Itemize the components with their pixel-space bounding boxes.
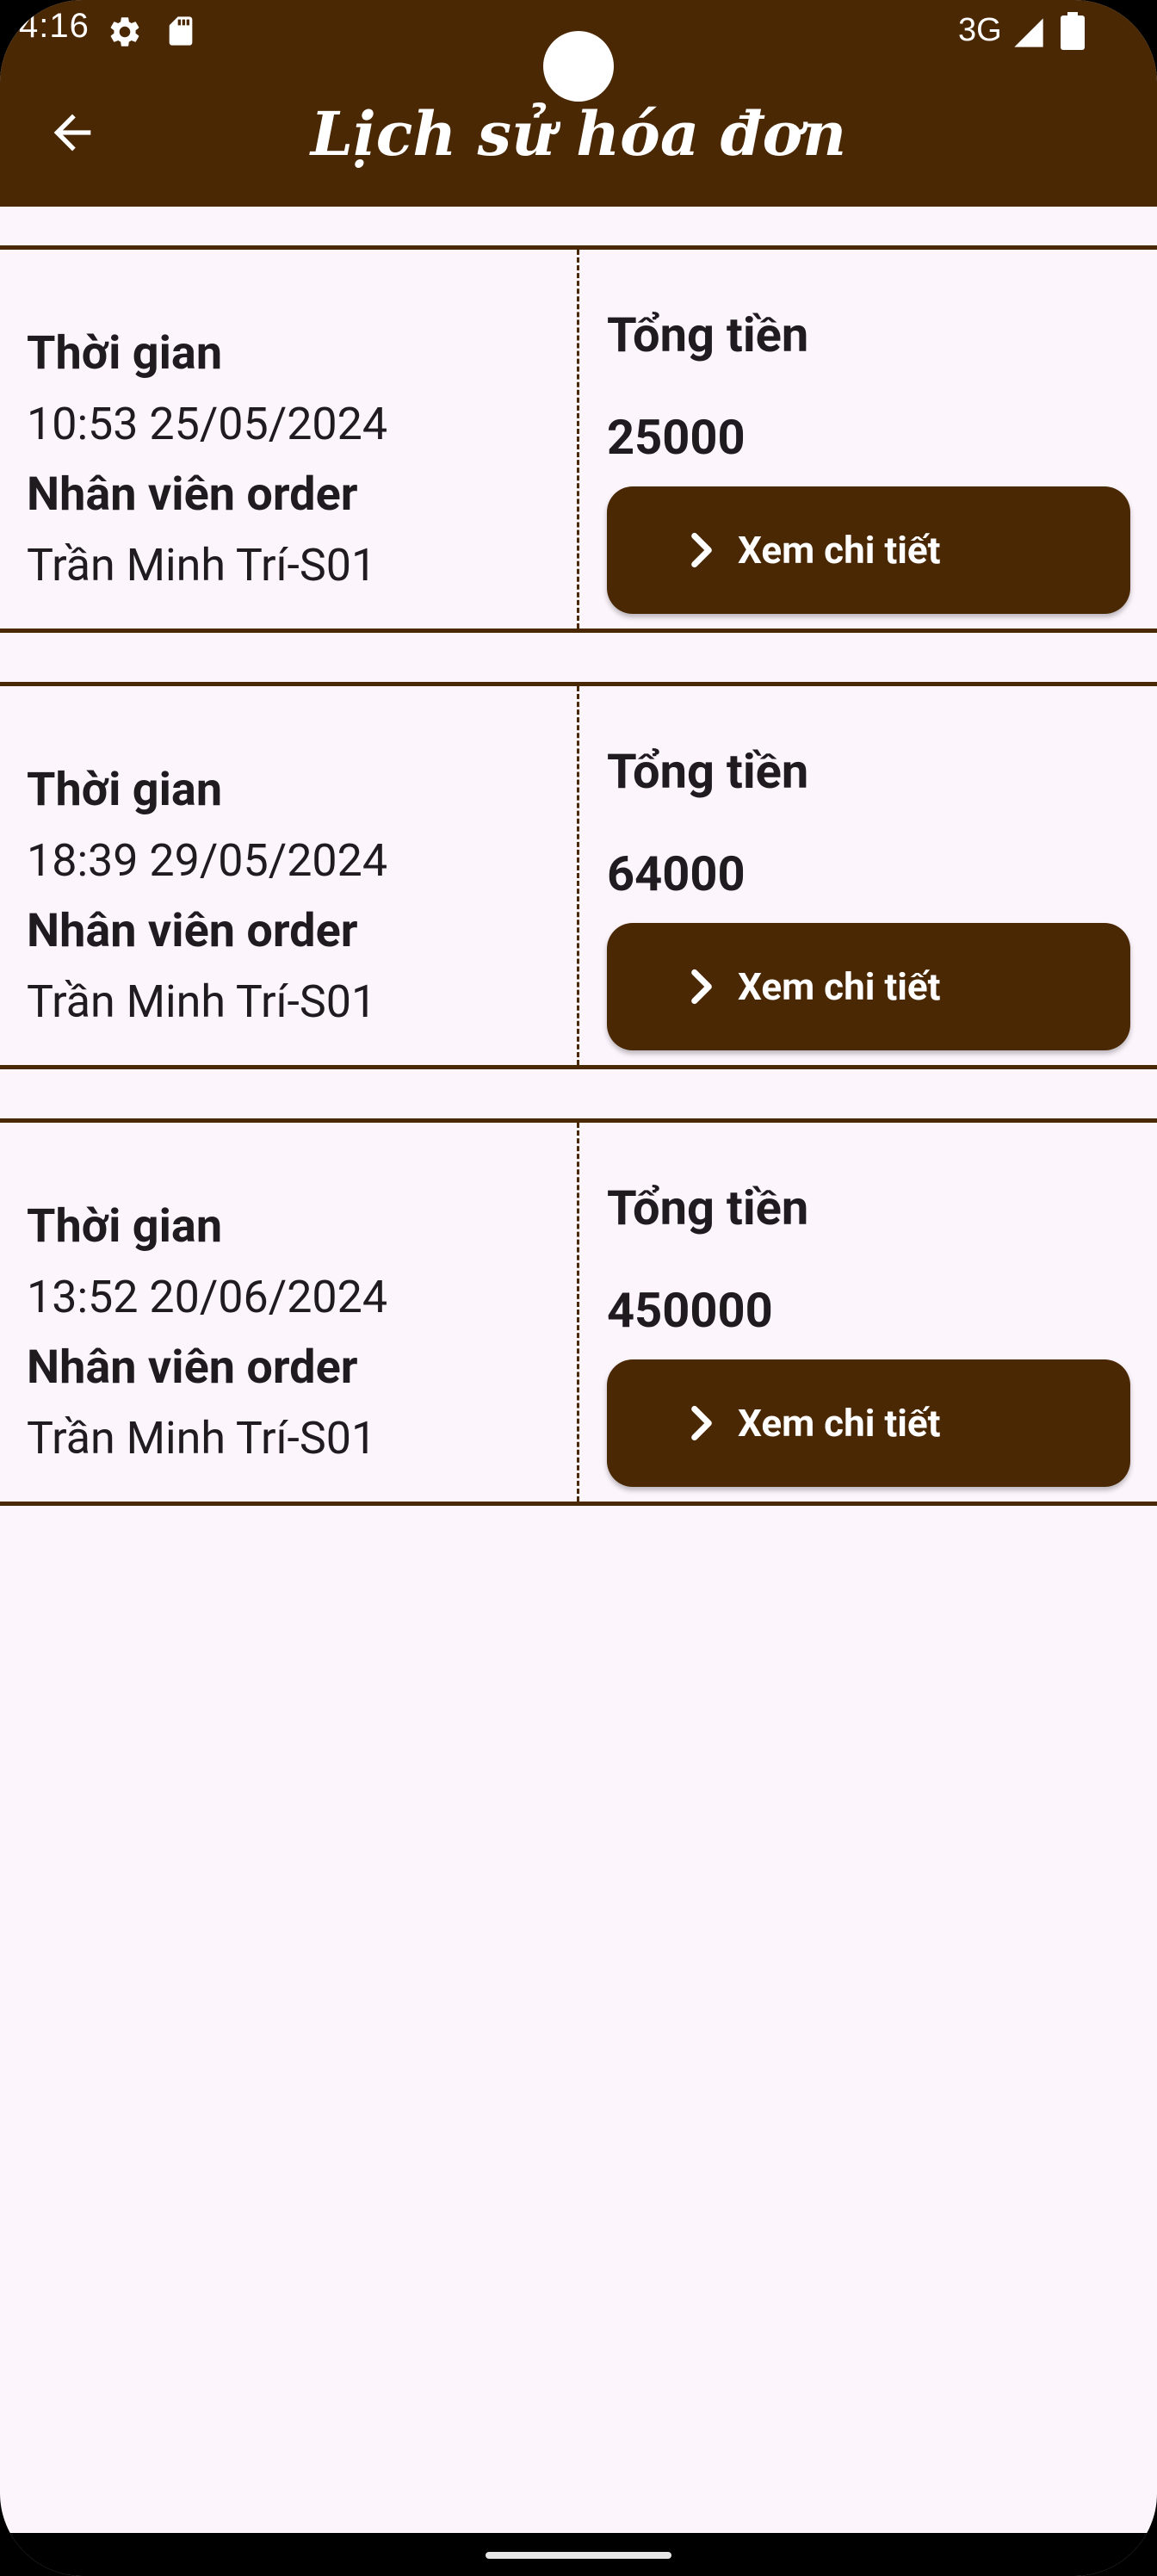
total-label: Tổng tiền — [607, 307, 809, 363]
bill-info: Thời gian 13:52 20/06/2024 Nhân viên ord… — [27, 1192, 387, 1474]
home-gesture-handle[interactable] — [486, 2552, 671, 2559]
gear-icon — [110, 17, 139, 46]
page-title: Lịch sử hóa đơn — [310, 98, 847, 170]
view-detail-button[interactable]: Xem chi tiết — [607, 923, 1130, 1050]
staff-value: Trần Minh Trí-S01 — [27, 539, 377, 591]
network-type: 3G — [958, 12, 1002, 48]
total-label: Tổng tiền — [607, 1180, 809, 1236]
view-detail-label: Xem chi tiết — [738, 528, 941, 573]
bill-info: Thời gian 10:53 25/05/2024 Nhân viên ord… — [27, 319, 387, 601]
time-label: Thời gian — [27, 1199, 223, 1254]
chevron-right-icon — [691, 969, 712, 1005]
time-value: 10:53 25/05/2024 — [27, 398, 388, 450]
view-detail-button[interactable]: Xem chi tiết — [607, 486, 1130, 614]
total-value: 450000 — [607, 1282, 773, 1339]
dashed-divider — [577, 686, 579, 1065]
time-value: 18:39 29/05/2024 — [27, 834, 388, 887]
total-label: Tổng tiền — [607, 743, 809, 800]
bill-card: Thời gian 10:53 25/05/2024 Nhân viên ord… — [0, 245, 1157, 633]
sd-card-icon — [169, 16, 193, 46]
view-detail-label: Xem chi tiết — [738, 1401, 941, 1446]
time-label: Thời gian — [27, 326, 223, 381]
status-time: 4:16 — [19, 7, 90, 45]
bill-card: Thời gian 13:52 20/06/2024 Nhân viên ord… — [0, 1118, 1157, 1506]
staff-label: Nhân viên order — [27, 904, 358, 958]
camera-cutout — [543, 31, 614, 102]
view-detail-label: Xem chi tiết — [738, 964, 941, 1009]
dashed-divider — [577, 1123, 579, 1502]
battery-icon — [1061, 12, 1085, 50]
screen: 4:16 3G Lịch sử hóa đơn Thời gian 10:53 … — [0, 0, 1157, 2576]
view-detail-button[interactable]: Xem chi tiết — [607, 1359, 1130, 1487]
time-value: 13:52 20/06/2024 — [27, 1271, 388, 1323]
bill-info: Thời gian 18:39 29/05/2024 Nhân viên ord… — [27, 755, 387, 1037]
bill-card: Thời gian 18:39 29/05/2024 Nhân viên ord… — [0, 682, 1157, 1069]
chevron-right-icon — [691, 1405, 712, 1441]
staff-value: Trần Minh Trí-S01 — [27, 975, 377, 1028]
signal-icon — [1014, 18, 1043, 47]
staff-label: Nhân viên order — [27, 468, 358, 522]
top-app-bar: 4:16 3G Lịch sử hóa đơn — [0, 0, 1157, 207]
total-value: 25000 — [607, 409, 746, 466]
staff-label: Nhân viên order — [27, 1341, 358, 1395]
chevron-right-icon — [691, 532, 712, 568]
staff-value: Trần Minh Trí-S01 — [27, 1412, 377, 1464]
dashed-divider — [577, 250, 579, 629]
time-label: Thời gian — [27, 763, 223, 817]
total-value: 64000 — [607, 845, 746, 902]
